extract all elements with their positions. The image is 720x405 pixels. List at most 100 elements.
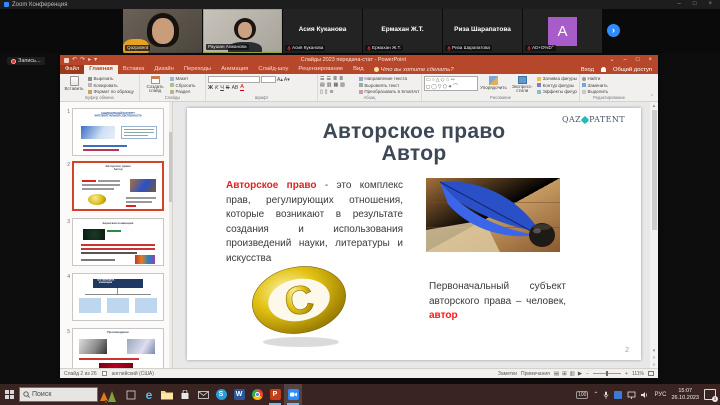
text-direction-button[interactable]: Направление текста (359, 76, 419, 81)
network-icon[interactable] (627, 391, 636, 399)
edge-button[interactable]: e (140, 384, 158, 405)
thumbnail-slide-2-selected[interactable]: 2 Авторское право Автор (60, 161, 173, 211)
taskbar-clock[interactable]: 15:07 26.10.2023 (671, 388, 699, 401)
start-slideshow-icon[interactable]: ▸ (88, 55, 91, 65)
tab-slideshow[interactable]: Слайд-шоу (253, 65, 293, 74)
copy-button[interactable]: Копировать (88, 83, 134, 88)
next-participants-page-button[interactable]: › (607, 24, 620, 37)
shape-effects-button[interactable]: Эффекты фигур (537, 89, 577, 94)
bold-button[interactable]: Ж (208, 85, 213, 91)
quick-styles-button[interactable]: Экспресс-стили (509, 76, 535, 94)
thumbnail-slide-4[interactable]: 4 Три принципа конвенции (60, 273, 173, 321)
tab-design[interactable]: Дизайн (149, 65, 179, 74)
zoom-minimize-button[interactable]: – (678, 0, 681, 9)
zoom-in-icon[interactable]: + (625, 371, 628, 377)
underline-button[interactable]: Ч (220, 85, 224, 91)
zoom-slider[interactable] (593, 373, 621, 374)
participant-tile-video-1[interactable]: Qazpatent (123, 9, 202, 53)
shape-outline-button[interactable]: Контур фигуры (537, 83, 577, 88)
slide-canvas[interactable]: QAZ PATENT Авторское право Автор Авторск… (187, 108, 641, 360)
participant-tile-4[interactable]: Ермахан Ж.Т. Ермахан Ж.Т. (363, 9, 442, 53)
word-button[interactable]: W (230, 384, 248, 405)
participant-tile-3[interactable]: Асия Куканова Асия Куканова (283, 9, 362, 53)
language-switcher[interactable]: РУС (654, 392, 666, 398)
thumbnail-slide-3[interactable]: 3 Бернская конвенция (60, 218, 173, 266)
search-highlights-icon[interactable] (98, 384, 122, 405)
share-button[interactable]: Общий доступ (613, 67, 652, 73)
spellcheck-icon[interactable] (102, 371, 107, 376)
store-button[interactable] (176, 384, 194, 405)
previous-slide-icon[interactable]: « (650, 355, 658, 361)
fit-to-window-icon[interactable] (648, 371, 654, 376)
zoom-out-icon[interactable]: − (586, 371, 589, 377)
thumbnail-slide-5[interactable]: 5 Произведение (60, 328, 173, 368)
select-button[interactable]: Выделить (582, 89, 608, 94)
slide-sorter-view-icon[interactable]: ⊞ (562, 371, 567, 377)
zoom-taskbar-button[interactable] (284, 384, 302, 405)
definition-paragraph[interactable]: Авторское право - это комплекс прав, рег… (226, 179, 403, 266)
scrollbar-thumb[interactable] (652, 110, 657, 230)
slide-vertical-scrollbar[interactable]: ▴ ▾ « » (650, 102, 658, 368)
start-button[interactable] (0, 384, 19, 405)
zoom-percentage[interactable]: 111% (632, 371, 644, 377)
font-name-combobox[interactable] (208, 76, 260, 83)
participant-tile-5[interactable]: Риза Шарапатова Риза Шарапатова (443, 9, 522, 53)
tell-me-search[interactable]: Что вы хотите сделать? (369, 65, 459, 74)
app-blue-circle-button[interactable]: S (212, 384, 230, 405)
font-color-button[interactable]: А (240, 85, 244, 91)
comments-button[interactable]: Примечания (521, 371, 550, 377)
arrange-button[interactable]: Упорядочить (480, 76, 508, 94)
cut-button[interactable]: Вырезать (88, 76, 134, 81)
slide-title[interactable]: Авторское право Автор (187, 121, 641, 165)
tab-review[interactable]: Рецензирование (293, 65, 348, 74)
language-indicator[interactable]: английский (США) (112, 371, 154, 377)
chrome-button[interactable] (248, 384, 266, 405)
zoom-close-button[interactable]: × (708, 0, 712, 9)
strikethrough-button[interactable]: S (226, 85, 230, 91)
section-button[interactable]: Раздел (170, 89, 196, 94)
tab-view[interactable]: Вид (348, 65, 369, 74)
tab-transitions[interactable]: Переходы (179, 65, 216, 74)
subject-paragraph[interactable]: Первоначальный субъект авторского права … (429, 280, 566, 324)
shape-fill-button[interactable]: Заливка фигуры (537, 76, 577, 81)
zoom-slider-thumb[interactable] (606, 371, 608, 376)
shapes-gallery[interactable]: ▭○△◇☆⇨◻◯▽⬡✦⌒ (424, 76, 478, 91)
slideshow-view-icon[interactable]: ▶ (578, 371, 582, 377)
collapse-ribbon-icon[interactable]: ⌃ (650, 94, 654, 100)
columns-icon[interactable]: ▯▯≋ (320, 89, 357, 94)
volume-icon[interactable] (641, 391, 649, 399)
reset-button[interactable]: Сбросить (170, 83, 196, 88)
format-painter-button[interactable]: Формат по образцу (88, 89, 134, 94)
italic-button[interactable]: К (215, 85, 218, 91)
find-button[interactable]: Найти (582, 76, 608, 81)
new-slide-button[interactable]: Создать слайд (142, 76, 168, 94)
undo-icon[interactable]: ↶ (72, 55, 77, 65)
tab-animations[interactable]: Анимация (216, 65, 253, 74)
layout-button[interactable]: Макет (170, 76, 196, 81)
align-text-button[interactable]: Выровнять текст (359, 83, 419, 88)
tab-file[interactable]: Файл (60, 65, 84, 74)
save-icon[interactable] (64, 58, 69, 63)
thumbnail-scrollbar[interactable] (169, 102, 172, 368)
participant-tile-6[interactable]: A AD+D%D° (523, 9, 602, 53)
powerpoint-taskbar-button[interactable]: P (266, 384, 284, 405)
ppt-close-button[interactable]: × (648, 55, 652, 65)
tab-insert[interactable]: Вставка (118, 65, 150, 74)
notes-button[interactable]: Заметки (498, 371, 517, 377)
zoom-maximize-button[interactable]: □ (693, 0, 697, 9)
tray-app-icon[interactable] (614, 391, 622, 399)
mail-button[interactable] (194, 384, 212, 405)
taskbar-search-input[interactable]: Поиск (19, 387, 98, 402)
reading-view-icon[interactable]: ▥ (570, 371, 575, 377)
shrink-font-icon[interactable]: А▾ (284, 77, 290, 83)
action-center-button[interactable]: 1 (704, 389, 716, 400)
tab-home[interactable]: Главная (84, 65, 118, 74)
task-view-button[interactable] (122, 384, 140, 405)
paste-button[interactable]: Вставить (62, 76, 86, 94)
sign-in-button[interactable]: Вход (581, 67, 594, 73)
thumbnail-slide-1[interactable]: 1 НАЦИОНАЛЬНЫЙ ИНСТИТУТ ИНТЕЛЛЕКТУАЛЬНОЙ… (60, 108, 173, 156)
scroll-up-icon[interactable]: ▴ (650, 103, 658, 109)
hidden-icons-chevron[interactable]: ⌃ (593, 391, 598, 398)
scroll-down-icon[interactable]: ▾ (650, 348, 658, 354)
ribbon-display-options-icon[interactable]: ⌄ (609, 55, 614, 65)
